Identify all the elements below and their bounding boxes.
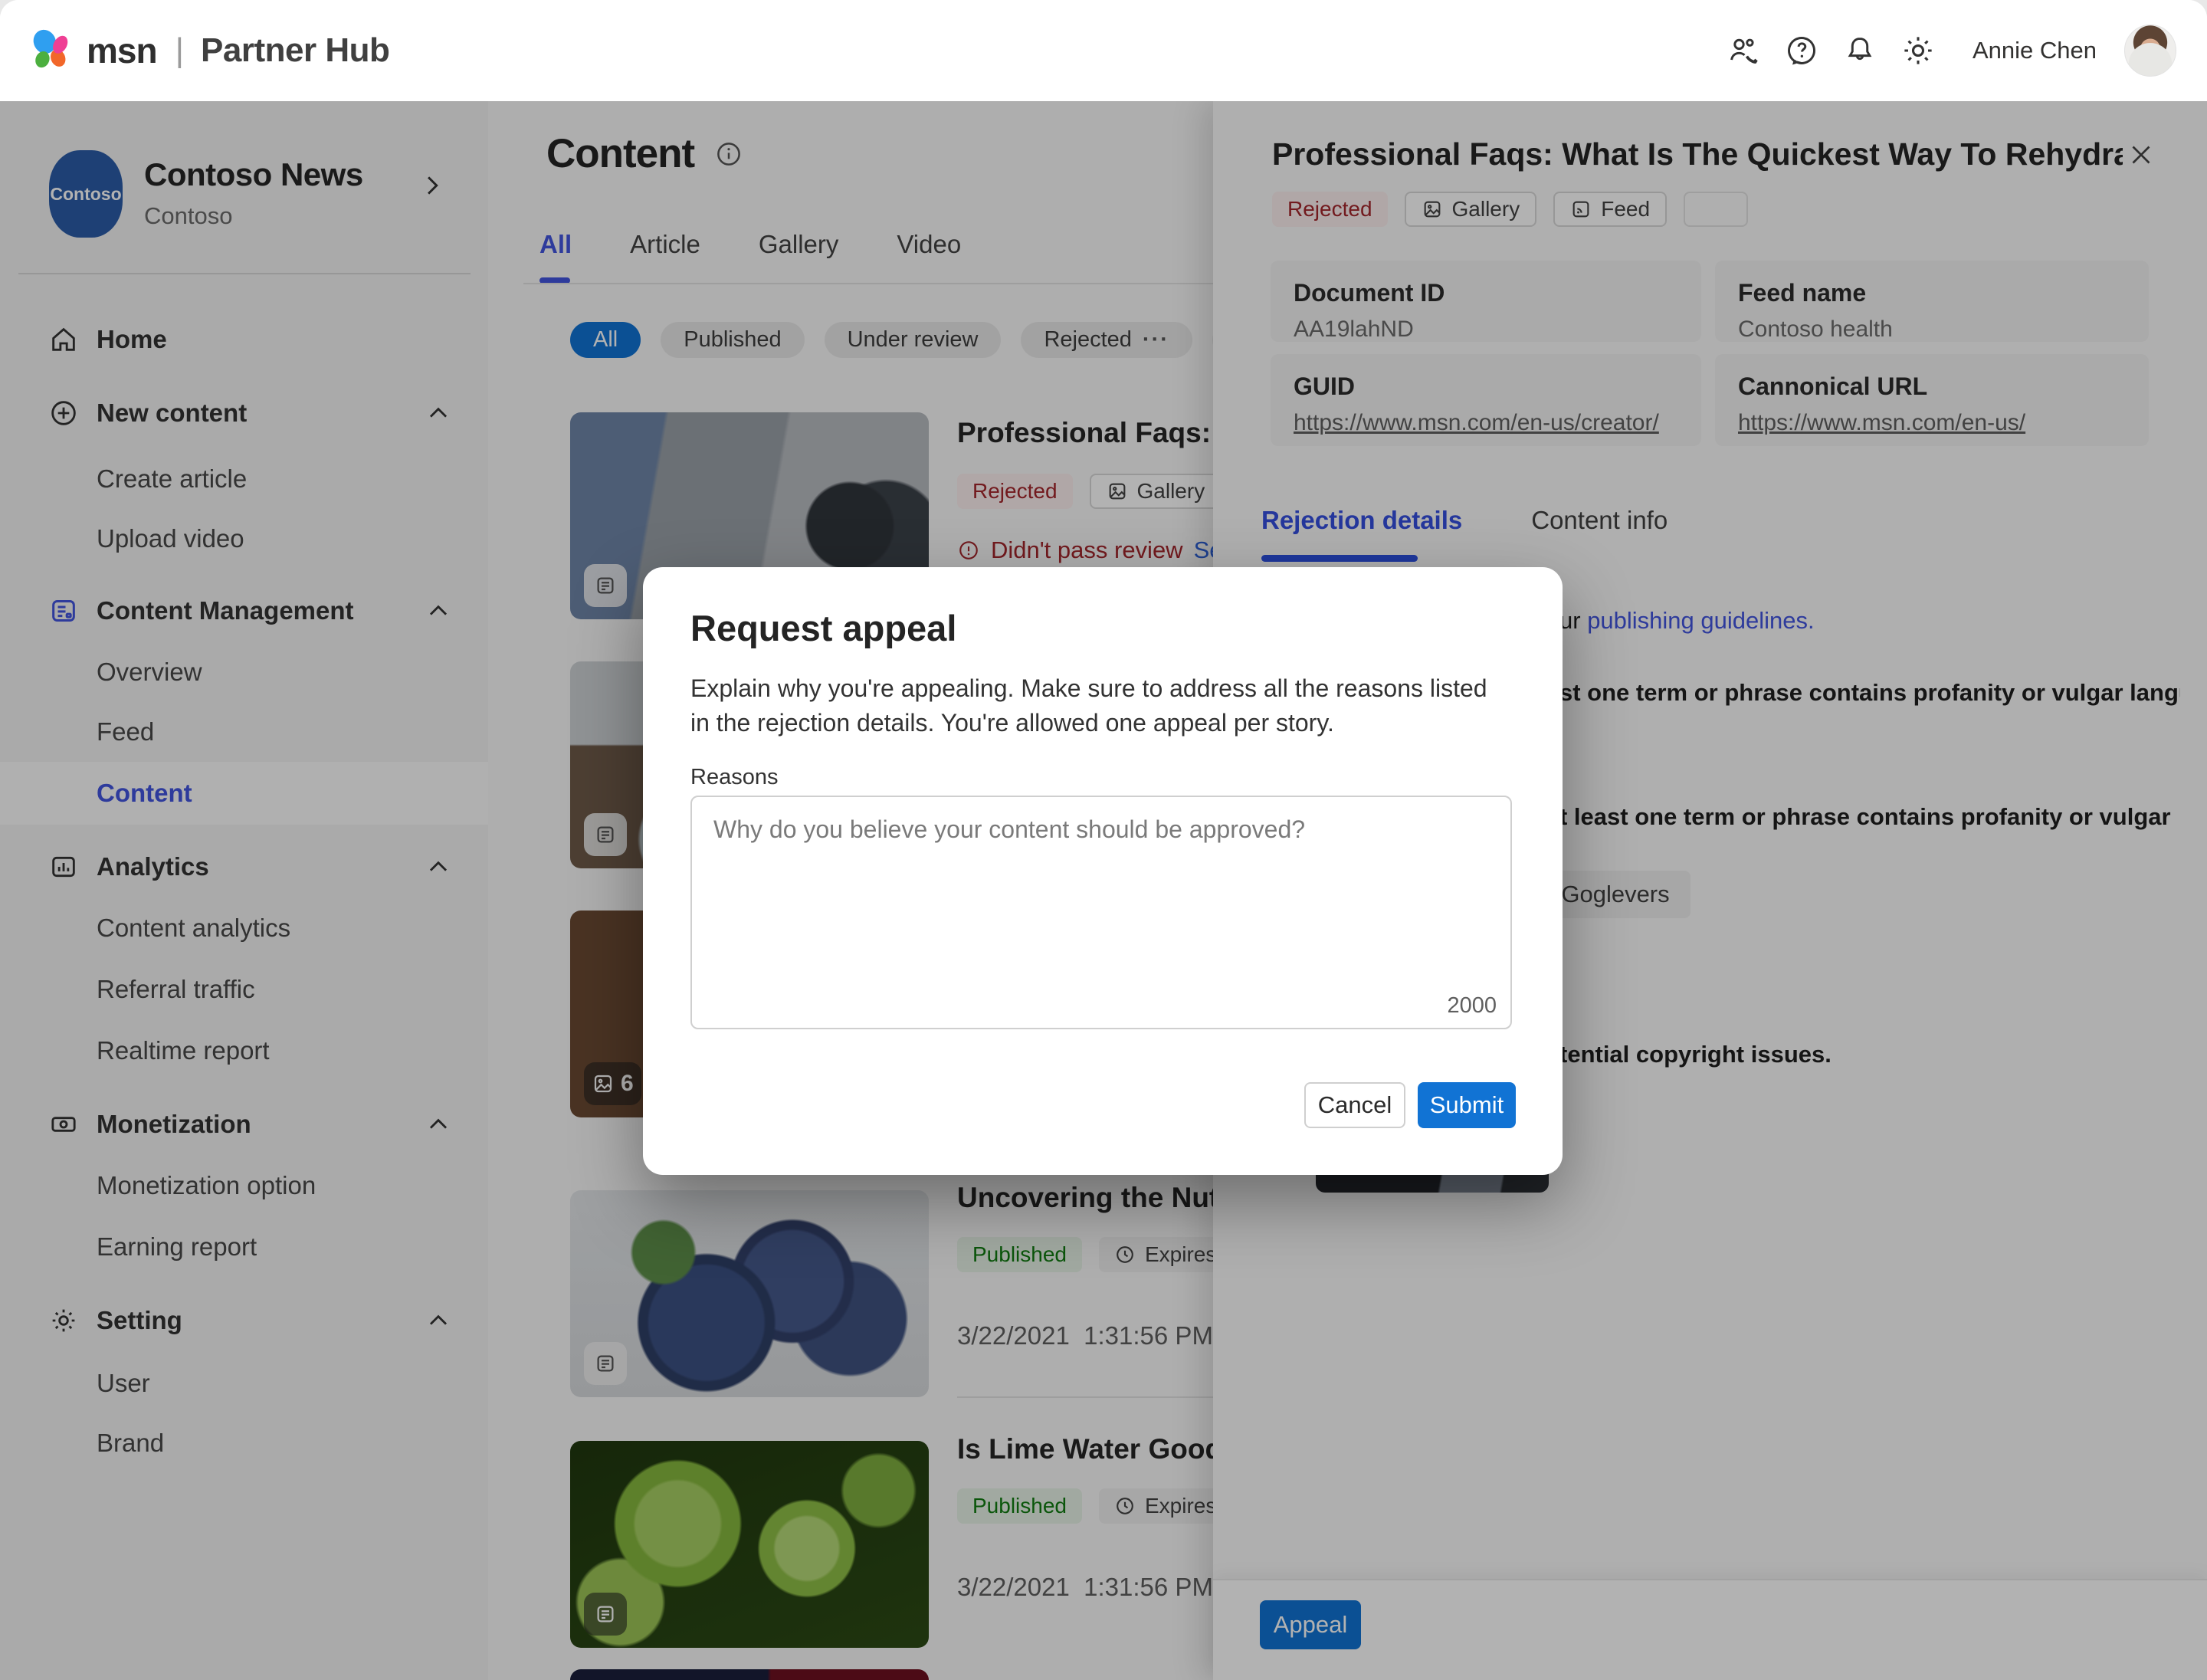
msn-butterfly-logo bbox=[28, 28, 76, 73]
partner-hub-window: msn | Partner Hub bbox=[0, 0, 2207, 1680]
bell-icon[interactable] bbox=[1842, 33, 1877, 68]
user-name[interactable]: Annie Chen bbox=[1973, 37, 2097, 64]
dialog-description: Explain why you're appealing. Make sure … bbox=[690, 671, 1504, 740]
dialog-title: Request appeal bbox=[690, 607, 956, 649]
brand: msn | Partner Hub bbox=[28, 28, 389, 73]
gear-icon[interactable] bbox=[1900, 33, 1936, 68]
request-appeal-dialog: Request appeal Explain why you're appeal… bbox=[643, 567, 1563, 1175]
reasons-input[interactable] bbox=[690, 796, 1512, 1029]
contacts-phone-icon[interactable] bbox=[1726, 33, 1761, 68]
cancel-button[interactable]: Cancel bbox=[1304, 1082, 1405, 1128]
header-actions: Annie Chen bbox=[1726, 0, 2176, 101]
help-icon[interactable] bbox=[1784, 33, 1819, 68]
char-counter: 2000 bbox=[1405, 993, 1497, 1019]
submit-button[interactable]: Submit bbox=[1418, 1082, 1516, 1128]
brand-msn: msn bbox=[87, 30, 157, 71]
brand-product: Partner Hub bbox=[201, 31, 389, 70]
brand-separator: | bbox=[175, 31, 184, 70]
reasons-label: Reasons bbox=[690, 765, 778, 790]
avatar[interactable] bbox=[2124, 25, 2176, 77]
top-bar: msn | Partner Hub bbox=[0, 0, 2207, 101]
